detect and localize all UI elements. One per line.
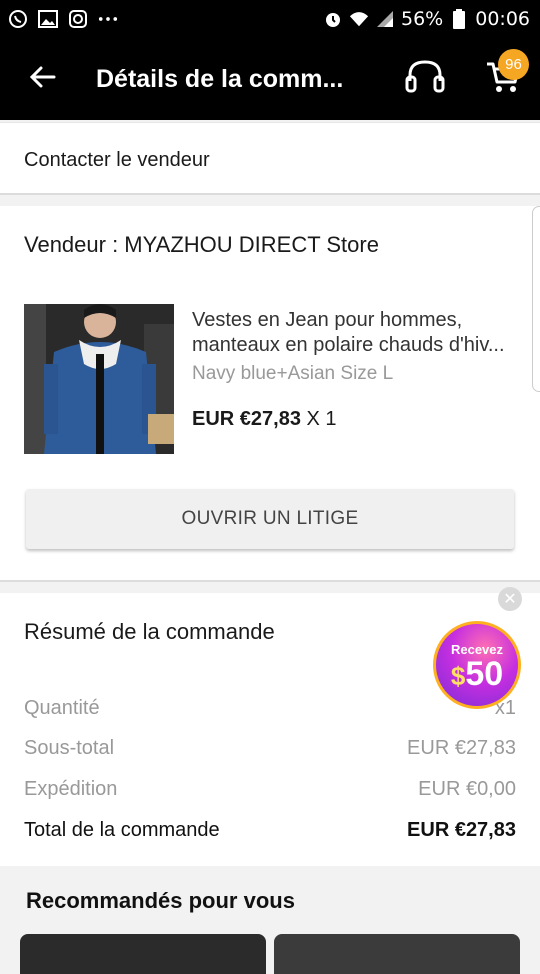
side-panel-handle[interactable] [532,206,540,392]
order-summary-title: Résumé de la commande [24,619,275,644]
recommendation-card[interactable] [274,934,520,974]
summary-label: Total de la commande [24,819,220,841]
recommendation-card[interactable] [20,934,266,974]
product-price: EUR €27,83 [192,408,301,430]
summary-row-shipping: Expédition EUR €0,00 [24,778,516,801]
product-title-line1: Vestes en Jean pour hommes, [192,309,463,331]
wifi-icon [349,9,369,29]
summary-row-quantity: Quantité x1 [24,697,516,720]
summary-total-value: EUR €27,83 [407,819,516,841]
clock: 00:06 [475,8,530,30]
summary-value: EUR €27,83 [407,737,516,759]
page-title: Détails de la comm... [96,64,344,93]
coupon-bubble[interactable]: Recevez $50 [433,621,521,709]
summary-value: EUR €0,00 [418,778,516,800]
seller-name: Vendeur : MYAZHOU DIRECT Store [24,232,379,257]
back-arrow-icon [28,65,56,94]
summary-label: Quantité [24,697,100,719]
product-qty: X 1 [306,408,337,430]
more-dots-icon [98,9,118,29]
battery-percent: 56% [401,8,444,30]
summary-row-total: Total de la commande EUR €27,83 [24,819,516,842]
product-title[interactable]: Vestes en Jean pour hommes, manteaux en … [192,308,522,358]
product-price-line: EUR €27,83 X 1 [192,408,337,431]
alarm-icon [323,9,343,29]
summary-label: Sous-total [24,737,115,759]
close-icon: ✕ [503,591,517,608]
contact-seller-row[interactable]: Contacter le vendeur [0,122,540,195]
product-image[interactable] [24,304,174,454]
coupon-close-button[interactable]: ✕ [498,587,522,611]
product-title-line2: manteaux en polaire chauds d'hiv... [192,334,505,356]
back-button[interactable] [12,38,72,120]
open-dispute-button[interactable]: OUVRIR UN LITIGE [26,489,514,549]
support-button[interactable] [400,56,450,102]
battery-icon [449,9,469,29]
status-bar: 56% 00:06 [0,0,540,38]
cart-badge: 96 [498,49,529,80]
coupon-value: 50 [465,655,504,693]
product-variant: Navy blue+Asian Size L [192,363,394,384]
coupon-amount: $50 [436,657,518,693]
whatsapp-icon [8,9,28,29]
seller-section: Vendeur : MYAZHOU DIRECT Store Vestes en… [0,206,540,582]
contact-seller-label: Contacter le vendeur [24,149,210,171]
app-bar: Détails de la comm... [0,38,540,120]
headset-icon [404,57,446,102]
signal-icon [375,9,395,29]
gallery-icon [38,9,58,29]
coupon-currency: $ [450,661,466,691]
summary-label: Expédition [24,778,118,800]
instagram-icon [68,9,88,29]
summary-row-subtotal: Sous-total EUR €27,83 [24,737,516,760]
recommendations-title: Recommandés pour vous [26,888,295,913]
